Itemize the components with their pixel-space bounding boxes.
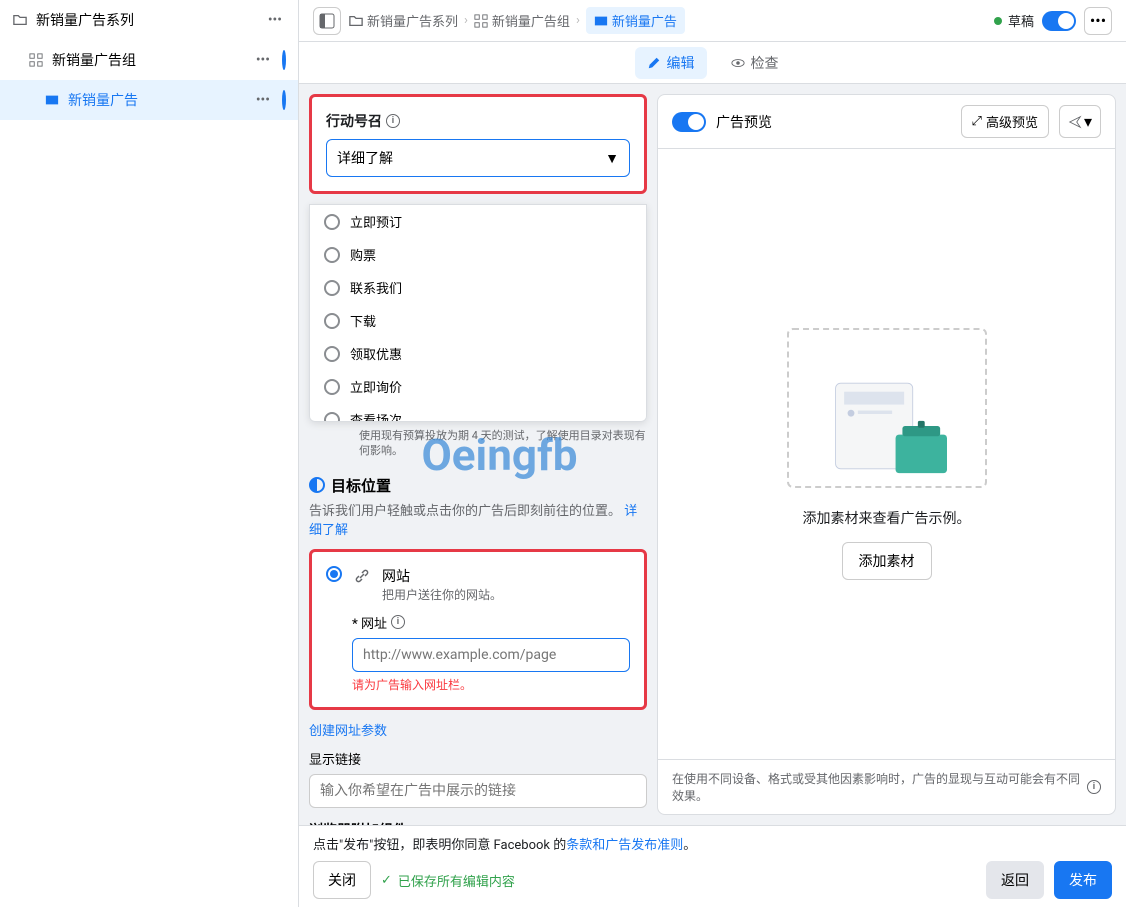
eye-icon — [731, 56, 745, 70]
website-desc: 把用户送往你的网站。 — [382, 586, 630, 603]
chevron-down-icon: ▼ — [605, 150, 619, 167]
terms-link[interactable]: 条款和广告发布准则 — [566, 838, 683, 853]
preview-toggle[interactable] — [672, 112, 706, 132]
preview-placeholder — [787, 328, 987, 488]
destination-desc: 告诉我们用户轻触或点击你的广告后即刻前往的位置。 详细了解 — [309, 502, 647, 541]
form-panel: Oeingfb 行动号召 i 详细了解 ▼ 立即预订 购票 联 — [299, 84, 657, 825]
preview-title: 广告预览 — [716, 112, 772, 132]
breadcrumb-ad[interactable]: 新销量广告 — [586, 7, 685, 34]
chevron-right-icon: › — [464, 13, 468, 28]
chevron-right-icon: › — [576, 13, 580, 28]
sidebar: 新销量广告系列 ••• 新销量广告组 ••• 新销量广告 ••• — [0, 0, 299, 907]
publish-button[interactable]: 发布 — [1054, 861, 1112, 899]
website-title: 网站 — [382, 566, 630, 586]
url-label: * 网址 i — [352, 613, 630, 632]
tabs: 编辑 检查 — [299, 42, 1126, 84]
share-icon — [1068, 115, 1082, 129]
preview-panel: 广告预览 ⤢ 高级预览 ▾ — [657, 94, 1116, 815]
info-icon[interactable]: i — [386, 114, 400, 128]
pencil-icon — [647, 56, 661, 70]
tab-edit[interactable]: 编辑 — [635, 47, 707, 79]
cta-option-offer[interactable]: 领取优惠 — [310, 337, 646, 370]
breadcrumb-campaign[interactable]: 新销量广告系列 — [349, 11, 458, 30]
sidebar-item-adgroup[interactable]: 新销量广告组 ••• — [0, 40, 298, 80]
cta-option-book[interactable]: 立即预订 — [310, 205, 646, 238]
half-circle-icon — [282, 52, 286, 68]
sidebar-label: 新销量广告系列 — [36, 10, 256, 30]
sidebar-label: 新销量广告 — [68, 90, 244, 110]
sidebar-label: 新销量广告组 — [52, 50, 244, 70]
sidebar-item-campaign[interactable]: 新销量广告系列 ••• — [0, 0, 298, 40]
preview-placeholder-text: 添加素材来查看广告示例。 — [803, 508, 971, 528]
expand-icon: ⤢ — [972, 114, 982, 129]
cta-option-download[interactable]: 下载 — [310, 304, 646, 337]
sidebar-item-ad[interactable]: 新销量广告 ••• — [0, 80, 298, 120]
half-circle-icon — [282, 92, 286, 108]
back-button[interactable]: 返回 — [986, 861, 1044, 899]
addon-title: 浏览器附加组件 — [309, 820, 647, 825]
cta-dropdown: 立即预订 购票 联系我们 下载 领取优惠 立即询价 查看场次 详细了解 — [309, 204, 647, 422]
tab-inspect[interactable]: 检查 — [719, 47, 791, 79]
breadcrumb-adgroup[interactable]: 新销量广告组 — [474, 11, 570, 30]
top-bar: 新销量广告系列 › 新销量广告组 › 新销量广告 草稿 ••• — [299, 0, 1126, 42]
check-icon: ✓ — [381, 873, 392, 888]
cta-hint: 使用现有预算投放为期 4 天的测试，了解使用目录对表现有何影响。 — [309, 428, 647, 459]
cta-option-quote[interactable]: 立即询价 — [310, 370, 646, 403]
cta-option-contact[interactable]: 联系我们 — [310, 271, 646, 304]
more-icon[interactable]: ••• — [252, 92, 274, 108]
url-input[interactable] — [352, 638, 630, 672]
cta-option-ticket[interactable]: 购票 — [310, 238, 646, 271]
more-icon[interactable]: ••• — [252, 52, 274, 68]
destination-title: 目标位置 — [309, 475, 647, 496]
website-card: 网站 把用户送往你的网站。 * 网址 i 请为广告输入网址栏。 — [309, 549, 647, 710]
footer-bar: 点击"发布"按钮，即表明你同意 Facebook 的条款和广告发布准则。 关闭 … — [299, 825, 1126, 907]
more-icon[interactable]: ••• — [264, 12, 286, 28]
breadcrumb: 新销量广告系列 › 新销量广告组 › 新销量广告 — [349, 7, 685, 34]
footer-disclaimer: 点击"发布"按钮，即表明你同意 Facebook 的条款和广告发布准则。 — [313, 834, 1112, 853]
status-badge: 草稿 — [994, 11, 1034, 30]
grid-icon — [28, 52, 44, 68]
half-circle-icon — [309, 477, 325, 493]
cta-label: 行动号召 i — [326, 111, 630, 131]
ad-icon — [44, 92, 60, 108]
cta-option-showtimes[interactable]: 查看场次 — [310, 403, 646, 422]
url-error: 请为广告输入网址栏。 — [352, 676, 630, 693]
website-radio[interactable] — [326, 566, 342, 582]
more-menu-button[interactable]: ••• — [1084, 7, 1112, 35]
folder-icon — [12, 12, 28, 28]
create-params-link[interactable]: 创建网址参数 — [309, 720, 647, 739]
enable-toggle[interactable] — [1042, 11, 1076, 31]
status-dot-icon — [994, 17, 1002, 25]
close-button[interactable]: 关闭 — [313, 861, 371, 899]
add-asset-button[interactable]: 添加素材 — [842, 542, 932, 580]
chevron-down-icon: ▾ — [1084, 112, 1092, 131]
info-icon[interactable]: i — [1087, 780, 1101, 794]
display-link-label: 显示链接 — [309, 749, 647, 768]
cta-card: 行动号召 i 详细了解 ▼ — [309, 94, 647, 194]
display-link-input[interactable] — [309, 774, 647, 808]
share-button[interactable]: ▾ — [1059, 105, 1101, 138]
info-icon[interactable]: i — [391, 615, 405, 629]
link-icon — [352, 566, 372, 586]
preview-footer: 在使用不同设备、格式或受其他因素影响时，广告的显现与互动可能会有不同效果。 i — [658, 759, 1115, 814]
advanced-preview-button[interactable]: ⤢ 高级预览 — [961, 105, 1049, 138]
cta-select[interactable]: 详细了解 ▼ — [326, 139, 630, 177]
collapse-sidebar-button[interactable] — [313, 7, 341, 35]
saved-status: ✓ 已保存所有编辑内容 — [381, 871, 515, 890]
